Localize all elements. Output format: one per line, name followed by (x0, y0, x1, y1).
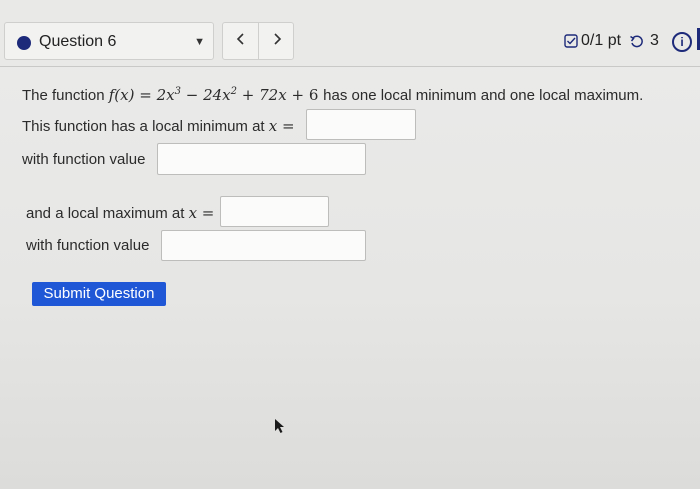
function-expression: f(x) = 2x3 − 24x2 + 72x + 6 (108, 86, 319, 104)
max-x-input[interactable] (220, 196, 329, 227)
problem-statement: The function f(x) = 2x3 − 24x2 + 72x + 6… (22, 86, 643, 104)
question-body: The function f(x) = 2x3 − 24x2 + 72x + 6… (0, 0, 700, 489)
mouse-cursor-icon (275, 419, 284, 433)
max-variable: x = (188, 204, 215, 222)
min-prompt: This function has a local minimum at x = (22, 117, 295, 135)
intro-prefix: The function (22, 87, 105, 104)
min-value-label: with function value (22, 151, 146, 168)
submit-question-button[interactable]: Submit Question (32, 282, 166, 306)
intro-suffix: has one local minimum and one local maxi… (323, 87, 644, 104)
min-variable: x = (268, 117, 295, 135)
max-value-input[interactable] (161, 230, 366, 261)
min-x-input[interactable] (306, 109, 416, 140)
max-prompt: and a local maximum at x = (26, 204, 215, 222)
min-value-input[interactable] (157, 143, 366, 175)
max-value-label: with function value (26, 237, 150, 254)
